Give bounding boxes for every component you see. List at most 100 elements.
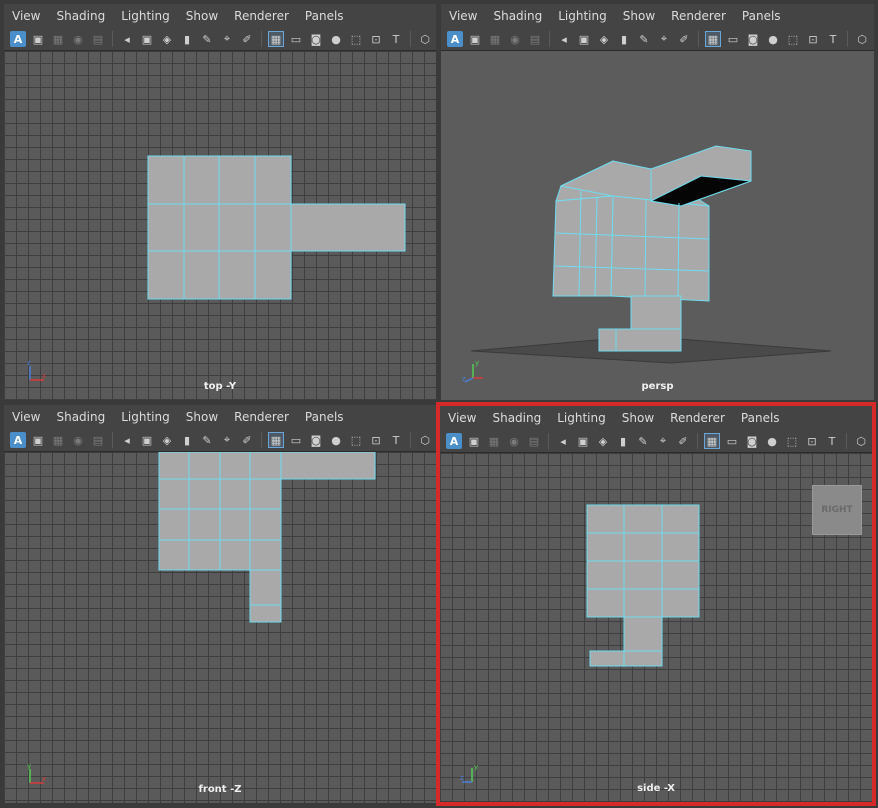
view-cube[interactable]: RIGHT <box>812 485 862 535</box>
menu-view[interactable]: View <box>441 9 485 23</box>
menu-panels[interactable]: Panels <box>297 410 352 424</box>
grease-pencil-icon[interactable]: ⌖ <box>656 31 672 47</box>
bookmark-icon[interactable]: ▮ <box>179 432 195 448</box>
safe-action-icon[interactable]: ⊡ <box>368 432 384 448</box>
camera-icon[interactable]: ◂ <box>119 31 135 47</box>
viewport-panel-side[interactable]: View Shading Lighting Show Renderer Pane… <box>436 402 876 806</box>
text-icon[interactable]: T <box>388 432 404 448</box>
grease-pencil-icon[interactable]: ⌖ <box>655 433 671 449</box>
menu-show[interactable]: Show <box>178 9 226 23</box>
persp-viewport[interactable]: y z persp <box>441 51 874 400</box>
menu-renderer[interactable]: Renderer <box>226 9 297 23</box>
menu-shading[interactable]: Shading <box>485 9 550 23</box>
grease-pencil-icon[interactable]: ⌖ <box>219 31 235 47</box>
menu-lighting[interactable]: Lighting <box>550 9 615 23</box>
menu-renderer[interactable]: Renderer <box>663 9 734 23</box>
image-plane-icon[interactable]: ◉ <box>507 31 523 47</box>
film-gate-icon[interactable]: ▭ <box>288 432 304 448</box>
gate-mask-icon[interactable]: ● <box>328 31 344 47</box>
resolution-gate-icon[interactable]: ◙ <box>745 31 761 47</box>
cube-icon[interactable]: ⬡ <box>417 31 433 47</box>
bookmark-icon[interactable]: ▮ <box>615 433 631 449</box>
2d-pan-icon[interactable]: ▤ <box>526 433 542 449</box>
brush-icon[interactable]: ✐ <box>239 432 255 448</box>
camera-icon[interactable]: ◂ <box>119 432 135 448</box>
camera-icon[interactable]: ▣ <box>30 31 46 47</box>
film-gate-icon[interactable]: ▭ <box>288 31 304 47</box>
menu-view[interactable]: View <box>4 410 48 424</box>
field-chart-icon[interactable]: ⬚ <box>785 31 801 47</box>
menu-shading[interactable]: Shading <box>484 411 549 425</box>
menu-view[interactable]: View <box>4 9 48 23</box>
film-gate-icon[interactable]: ▭ <box>724 433 740 449</box>
grid-icon[interactable]: ▦ <box>268 432 284 448</box>
image-plane-icon[interactable]: ◉ <box>70 432 86 448</box>
camera-icon[interactable]: ◂ <box>556 31 572 47</box>
brush-icon[interactable]: ✐ <box>675 433 691 449</box>
top-viewport[interactable]: x z top -Y <box>4 51 436 400</box>
bookmark-icon[interactable]: ▮ <box>179 31 195 47</box>
lock-camera-icon[interactable]: ▦ <box>50 31 66 47</box>
menu-lighting[interactable]: Lighting <box>113 410 178 424</box>
menu-show[interactable]: Show <box>178 410 226 424</box>
gate-mask-icon[interactable]: ● <box>328 432 344 448</box>
menu-lighting[interactable]: Lighting <box>549 411 614 425</box>
safe-action-icon[interactable]: ⊡ <box>804 433 820 449</box>
select-camera-icon[interactable]: A <box>10 31 26 47</box>
film-gate-icon[interactable]: ▭ <box>725 31 741 47</box>
field-chart-icon[interactable]: ⬚ <box>348 31 364 47</box>
menu-renderer[interactable]: Renderer <box>226 410 297 424</box>
bookmark-icon[interactable]: ▮ <box>616 31 632 47</box>
select-camera-icon[interactable]: A <box>447 31 463 47</box>
text-icon[interactable]: T <box>825 31 841 47</box>
viewport-panel-front[interactable]: View Shading Lighting Show Renderer Pane… <box>4 405 436 803</box>
menu-renderer[interactable]: Renderer <box>662 411 733 425</box>
lock-icon[interactable]: ▣ <box>139 31 155 47</box>
2d-pan-icon[interactable]: ▤ <box>527 31 543 47</box>
grease-pencil-icon[interactable]: ⌖ <box>219 432 235 448</box>
2d-pan-icon[interactable]: ▤ <box>90 432 106 448</box>
select-camera-icon[interactable]: A <box>446 433 462 449</box>
menu-show[interactable]: Show <box>615 9 663 23</box>
field-chart-icon[interactable]: ⬚ <box>348 432 364 448</box>
menu-panels[interactable]: Panels <box>297 9 352 23</box>
resolution-gate-icon[interactable]: ◙ <box>744 433 760 449</box>
camera-icon[interactable]: ▣ <box>467 31 483 47</box>
grid-icon[interactable]: ▦ <box>704 433 720 449</box>
viewport-panel-persp[interactable]: View Shading Lighting Show Renderer Pane… <box>441 4 874 400</box>
menu-panels[interactable]: Panels <box>733 411 788 425</box>
lock-camera-icon[interactable]: ▦ <box>50 432 66 448</box>
cube-icon[interactable]: ⬡ <box>853 433 869 449</box>
wireframe-icon[interactable]: ◫ <box>873 433 876 449</box>
field-chart-icon[interactable]: ⬚ <box>784 433 800 449</box>
image-plane-icon[interactable]: ◉ <box>70 31 86 47</box>
safe-action-icon[interactable]: ⊡ <box>805 31 821 47</box>
gate-mask-icon[interactable]: ● <box>764 433 780 449</box>
cube-icon[interactable]: ⬡ <box>854 31 870 47</box>
lock-camera-icon[interactable]: ▦ <box>487 31 503 47</box>
text-icon[interactable]: T <box>824 433 840 449</box>
cube-icon[interactable]: ⬡ <box>417 432 433 448</box>
menu-shading[interactable]: Shading <box>48 410 113 424</box>
pen-icon[interactable]: ✎ <box>199 432 215 448</box>
safe-action-icon[interactable]: ⊡ <box>368 31 384 47</box>
menu-panels[interactable]: Panels <box>734 9 789 23</box>
pen-icon[interactable]: ✎ <box>635 433 651 449</box>
camera-attributes-icon[interactable]: ◈ <box>159 432 175 448</box>
pen-icon[interactable]: ✎ <box>199 31 215 47</box>
camera-attributes-icon[interactable]: ◈ <box>159 31 175 47</box>
image-plane-icon[interactable]: ◉ <box>506 433 522 449</box>
menu-show[interactable]: Show <box>614 411 662 425</box>
viewport-panel-top[interactable]: View Shading Lighting Show Renderer Pane… <box>4 4 436 400</box>
lock-icon[interactable]: ▣ <box>139 432 155 448</box>
menu-lighting[interactable]: Lighting <box>113 9 178 23</box>
menu-view[interactable]: View <box>440 411 484 425</box>
grid-icon[interactable]: ▦ <box>705 31 721 47</box>
camera-attributes-icon[interactable]: ◈ <box>595 433 611 449</box>
camera-icon[interactable]: ▣ <box>466 433 482 449</box>
resolution-gate-icon[interactable]: ◙ <box>308 31 324 47</box>
lock-camera-icon[interactable]: ▦ <box>486 433 502 449</box>
2d-pan-icon[interactable]: ▤ <box>90 31 106 47</box>
grid-icon[interactable]: ▦ <box>268 31 284 47</box>
resolution-gate-icon[interactable]: ◙ <box>308 432 324 448</box>
